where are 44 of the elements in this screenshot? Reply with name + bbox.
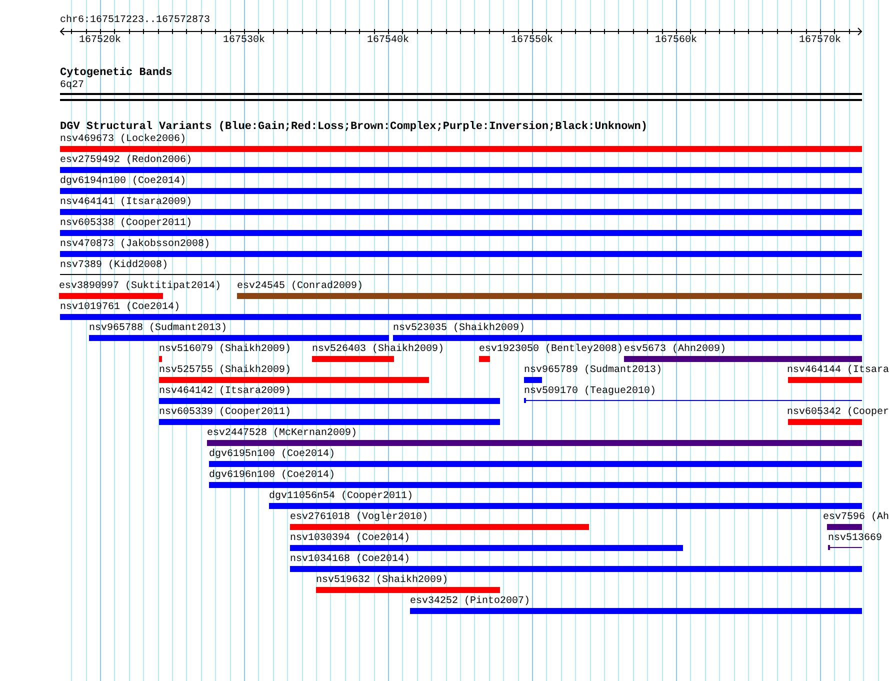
variant-label: dgv6196n100 (Coe2014) [209,470,336,482]
variant-label: dgv6195n100 (Coe2014) [209,449,336,461]
variant-label: nsv965789 (Sudmant2013) [524,365,662,377]
variant-label: nsv469673 (Locke2006) [60,134,186,146]
ruler-label: 167570k [799,35,841,47]
track-title: DGV Structural Variants (Blue:Gain;Red:Loss;Brown:Complex;Purple:Inversion;Black:Unknown) [60,121,648,133]
variant-label: esv34252 (Pinto2007) [410,596,530,608]
track-title: Cytogenetic Bands [60,67,172,79]
variant-label: esv1923050 (Bentley2008) [479,344,624,356]
variant-label: dgv11056n54 (Cooper2011) [269,491,414,503]
variant-label: esv2759492 (Redon2006) [60,155,192,167]
ruler-label: 167530k [223,35,265,47]
variant-label: nsv1034168 (Coe2014) [290,554,410,566]
variant-label: nsv464141 (Itsara2009) [60,197,192,209]
variant-label: nsv519632 (Shaikh2009) [316,575,448,587]
variant-label: esv2447528 (McKernan2009) [207,428,358,440]
variant-label: nsv516079 (Shaikh2009) [159,344,292,356]
band-label: 6q27 [60,80,84,92]
variant-label: nsv464144 (Itsara [787,365,890,377]
variant-label: nsv525755 (Shaikh2009) [159,365,292,377]
variant-label: nsv605339 (Cooper2011) [159,407,292,419]
location-label: chr6:167517223..167572873 [60,15,210,27]
variant-label: esv2761018 (Vogler2010) [290,512,428,524]
variant-label: nsv965788 (Sudmant2013) [89,323,228,335]
variant-label: nsv1019761 (Coe2014) [60,302,180,314]
variant-label: nsv7389 (Kidd2008) [60,260,168,272]
variant-label: nsv605342 (Cooper [787,407,890,419]
variant-label: esv5673 (Ahn2009) [624,344,726,356]
ruler-label: 167550k [511,35,553,47]
variant-label: dgv6194n100 (Coe2014) [60,176,186,188]
variant-label: nsv523035 (Shaikh2009) [393,323,526,335]
ruler-label: 167540k [367,35,409,47]
variant-label: nsv509170 (Teague2010) [524,386,656,398]
variant-label: nsv470873 (Jakobsson2008) [60,239,210,251]
variant-label: esv7596 (Ah [823,512,890,524]
variant-label: nsv605338 (Cooper2011) [60,218,192,230]
variant-label: nsv1030394 (Coe2014) [290,533,410,545]
variant-label: nsv526403 (Shaikh2009) [312,344,444,356]
variant-label: nsv464142 (Itsara2009) [159,386,292,398]
variant-label: nsv513669 [828,533,882,545]
variant-label: esv24545 (Conrad2009) [237,281,364,293]
ruler-label: 167560k [655,35,697,47]
ruler-label: 167520k [79,35,121,47]
variant-label: esv3890997 (Suktitipat2014) [59,281,222,293]
